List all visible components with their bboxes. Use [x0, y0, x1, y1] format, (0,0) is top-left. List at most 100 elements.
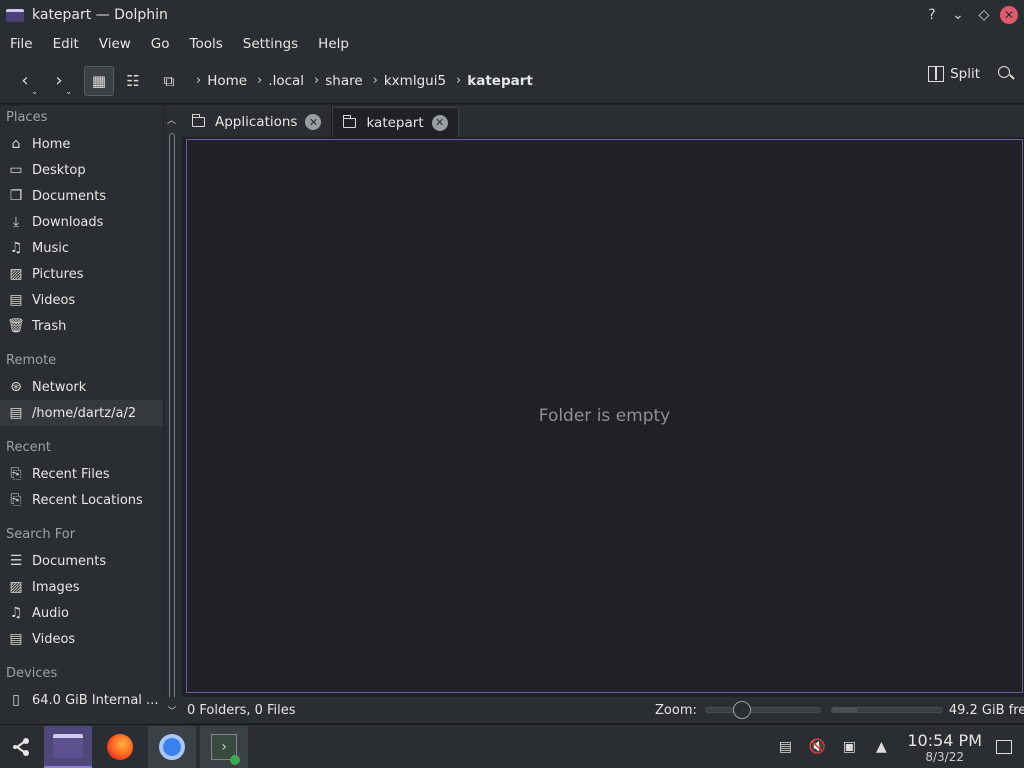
- chevron-left-icon: ‹: [21, 70, 29, 91]
- steamos-logo-icon: [13, 737, 29, 756]
- sidebar-item-label: Music: [32, 240, 69, 256]
- desktop-icon: ▭: [9, 162, 23, 178]
- sidebar-item-downloads[interactable]: ⤓ Downloads: [0, 209, 163, 235]
- clipboard-icon[interactable]: ▤: [775, 737, 795, 757]
- sidebar-item-search-videos[interactable]: ▤ Videos: [0, 626, 163, 652]
- breadcrumb-share[interactable]: › share: [314, 73, 363, 89]
- sidebar-item-documents[interactable]: ❐ Documents: [0, 183, 163, 209]
- sidebar-item-search-images[interactable]: ▨ Images: [0, 574, 163, 600]
- sidebar-item-music[interactable]: ♫ Music: [0, 235, 163, 261]
- empty-folder-message: Folder is empty: [538, 406, 671, 426]
- task-dolphin[interactable]: [44, 725, 92, 768]
- chevron-right-icon: ›: [456, 73, 462, 88]
- icons-view-button[interactable]: ▦: [84, 65, 114, 96]
- sidebar-item-network[interactable]: ⊛ Network: [0, 374, 163, 400]
- sidebar-item-internal-drive[interactable]: ▯ 64.0 GiB Internal ...: [0, 687, 163, 713]
- network-icon: ⊛: [10, 379, 22, 395]
- tab-katepart[interactable]: katepart ✕: [332, 107, 459, 137]
- menu-file[interactable]: File: [0, 36, 43, 52]
- section-title-search: Search For: [6, 527, 76, 542]
- clock-date: 8/3/22: [925, 749, 964, 764]
- split-button[interactable]: Split: [928, 66, 980, 82]
- menu-edit[interactable]: Edit: [43, 36, 89, 52]
- compact-view-button[interactable]: ☷: [118, 66, 148, 96]
- tab-bar: Applications ✕ katepart ✕: [182, 105, 1024, 137]
- chromium-icon: [159, 733, 185, 760]
- menu-settings[interactable]: Settings: [233, 36, 308, 52]
- zoom-slider-handle[interactable]: [732, 701, 751, 719]
- compact-view-icon: ☷: [126, 71, 140, 90]
- sidebar-item-label: Trash: [32, 318, 67, 334]
- tab-applications[interactable]: Applications ✕: [182, 107, 333, 137]
- task-konsole[interactable]: ›: [200, 725, 248, 768]
- sidebar-item-search-documents[interactable]: ☰ Documents: [0, 548, 163, 574]
- zoom-label: Zoom:: [655, 702, 697, 718]
- minimize-icon[interactable]: ⌄: [948, 5, 968, 25]
- forward-button[interactable]: › ⌄: [44, 66, 74, 96]
- zoom-slider[interactable]: [704, 701, 821, 719]
- chevron-right-icon: ›: [55, 70, 63, 91]
- clock-time: 10:54 PM: [907, 730, 982, 750]
- toolbar: ‹ ⌄ › ⌄ ▦ ☷ ⧉ › Home › .local › share › kxmlgu…: [0, 58, 1024, 104]
- section-title-devices: Devices: [6, 666, 58, 681]
- sidebar-item-desktop[interactable]: ▭ Desktop: [0, 157, 163, 183]
- sidebar-item-label: Videos: [32, 631, 76, 647]
- sidebar-item-search-audio[interactable]: ♫ Audio: [0, 600, 163, 626]
- download-icon: ⤓: [12, 214, 20, 230]
- network-status-icon[interactable]: ▣: [839, 737, 859, 757]
- file-view[interactable]: Folder is empty: [186, 139, 1023, 693]
- zoom-controls: Zoom: 49.2 GiB free: [655, 701, 1024, 719]
- drive-icon: ▯: [12, 692, 20, 708]
- close-tab-icon[interactable]: ✕: [431, 114, 448, 131]
- menu-go[interactable]: Go: [141, 36, 180, 52]
- sidebar-item-label: Recent Files: [32, 466, 110, 482]
- menu-view[interactable]: View: [89, 36, 141, 52]
- text-lines-icon: ☰: [9, 553, 23, 569]
- dolphin-app-icon: [6, 8, 24, 22]
- dolphin-icon: [53, 733, 83, 758]
- breadcrumb-katepart[interactable]: › katepart: [456, 73, 533, 89]
- folder-icon: [343, 114, 357, 128]
- status-bar: ﹀ 0 Folders, 0 Files Zoom: 49.2 GiB free: [163, 697, 1024, 723]
- task-firefox[interactable]: [96, 726, 144, 768]
- help-icon[interactable]: ?: [922, 5, 942, 25]
- sidebar-item-remote-folder[interactable]: ▤ /home/dartz/a/2: [0, 400, 163, 426]
- menu-help[interactable]: Help: [308, 36, 359, 52]
- sidebar-item-videos[interactable]: ▤ Videos: [0, 287, 163, 313]
- sidebar-item-home[interactable]: ⌂ Home: [0, 131, 163, 157]
- clock[interactable]: 10:54 PM 8/3/22: [907, 731, 982, 764]
- maximize-icon[interactable]: ◇: [974, 5, 994, 25]
- close-tab-icon[interactable]: ✕: [305, 114, 322, 130]
- section-title-recent: Recent: [6, 440, 51, 455]
- task-chromium[interactable]: [148, 725, 196, 768]
- breadcrumb-home[interactable]: › Home: [196, 73, 247, 89]
- volume-muted-icon[interactable]: 🔇: [807, 737, 827, 757]
- title-bar: katepart — Dolphin ? ⌄ ◇ ✕: [0, 0, 1024, 30]
- sidebar-item-label: Documents: [32, 188, 107, 204]
- scroll-up-icon[interactable]: ︿: [167, 113, 176, 126]
- sidebar-item-label: Images: [32, 579, 80, 595]
- menu-tools[interactable]: Tools: [180, 36, 233, 52]
- app-launcher-button[interactable]: [0, 725, 44, 768]
- section-title-places: Places: [6, 110, 48, 125]
- breadcrumb-local[interactable]: › .local: [257, 73, 304, 89]
- details-view-button[interactable]: ⧉: [154, 66, 184, 96]
- sidebar-item-trash[interactable]: 🗑 Trash: [0, 313, 163, 339]
- sidebar-item-label: Audio: [32, 605, 69, 621]
- breadcrumb-kxmlgui5[interactable]: › kxmlgui5: [373, 73, 446, 89]
- sidebar-item-recent-locations[interactable]: ⎘ Recent Locations: [0, 487, 163, 513]
- tray-expand-icon[interactable]: ▲: [871, 737, 891, 757]
- sidebar-item-pictures[interactable]: ▨ Pictures: [0, 261, 163, 287]
- search-icon[interactable]: [998, 66, 1014, 82]
- back-button[interactable]: ‹ ⌄: [10, 66, 40, 96]
- video-icon: ▤: [9, 631, 23, 647]
- show-desktop-icon[interactable]: [996, 740, 1012, 754]
- split-view-icon: [928, 66, 945, 82]
- recent-files-icon: ⎘: [10, 466, 22, 482]
- chevron-down-icon[interactable]: ﹀: [163, 704, 181, 717]
- sidebar-item-label: Downloads: [32, 214, 104, 230]
- close-window-icon[interactable]: ✕: [1000, 6, 1018, 24]
- scrollbar-track[interactable]: [169, 133, 175, 701]
- sidebar-scrollbar[interactable]: ︿ ﹀: [164, 105, 182, 725]
- sidebar-item-recent-files[interactable]: ⎘ Recent Files: [0, 461, 163, 487]
